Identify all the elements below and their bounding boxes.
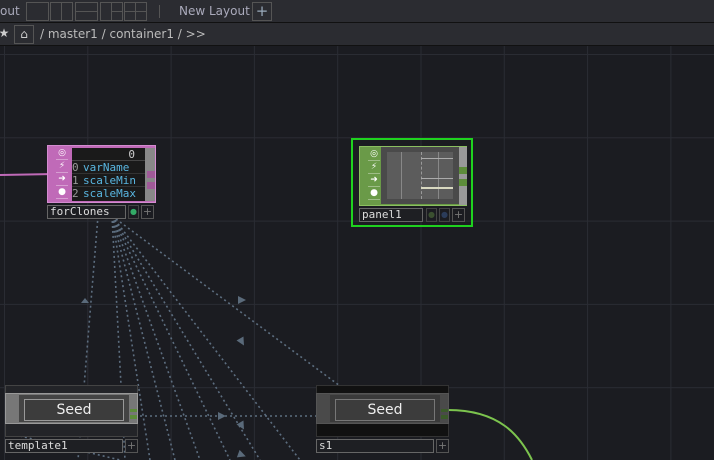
- layout-split-vertical-button[interactable]: [50, 2, 73, 21]
- node-name[interactable]: panel1: [359, 208, 423, 222]
- breadcrumb: ★ ⌂ / master1 / container1 / >>: [0, 23, 714, 46]
- node-flag-strip: ◎ ⚡ ➜ ●: [368, 148, 380, 200]
- node-name[interactable]: s1: [316, 439, 434, 453]
- table-row: 2 scaleMax: [72, 187, 136, 200]
- bypass-icon[interactable]: ⚡: [56, 160, 68, 173]
- network-editor[interactable]: ◎ ⚡ ➜ ● 0 0 varName 1 scaleMin 2 scaleMax forC…: [0, 46, 714, 460]
- green-wire: [447, 409, 533, 460]
- breadcrumb-path[interactable]: / master1 / container1 / >>: [40, 27, 206, 41]
- export-icon[interactable]: ➜: [368, 174, 380, 187]
- arrow: [236, 449, 246, 458]
- template1-node[interactable]: Seed template1 +: [5, 385, 138, 453]
- bypass-icon[interactable]: ⚡: [368, 161, 380, 174]
- arrow: [81, 298, 89, 303]
- add-button[interactable]: +: [436, 439, 449, 453]
- arrow: [218, 412, 226, 420]
- layout-three-pane-button[interactable]: [100, 2, 123, 21]
- arrow: [236, 336, 244, 346]
- table-row: 1 scaleMin: [72, 174, 145, 187]
- viewer-active-icon: ●: [439, 208, 450, 222]
- add-button[interactable]: +: [125, 439, 138, 453]
- clone-wire: [111, 215, 341, 387]
- s1-node[interactable]: Seed s1 +: [316, 385, 449, 453]
- export-icon[interactable]: ➜: [56, 173, 68, 186]
- node-name[interactable]: forClones: [47, 205, 126, 219]
- new-layout-label: New Layout: [179, 4, 250, 18]
- table-row: 0 varName: [72, 161, 145, 174]
- add-layout-button[interactable]: +: [252, 2, 272, 21]
- viewer-icon[interactable]: ◎: [368, 148, 380, 161]
- add-button[interactable]: +: [141, 205, 154, 219]
- cook-indicator-icon: ●: [128, 205, 139, 219]
- seed-button[interactable]: Seed: [24, 399, 124, 421]
- lock-icon[interactable]: ●: [56, 186, 68, 199]
- panel-viewer: [381, 147, 459, 204]
- cook-indicator-icon: ●: [426, 208, 437, 222]
- seed-button[interactable]: Seed: [335, 399, 435, 421]
- forclones-node[interactable]: ◎ ⚡ ➜ ● 0 0 varName 1 scaleMin 2 scaleMax forC…: [47, 145, 157, 221]
- add-button[interactable]: +: [452, 208, 465, 222]
- home-icon[interactable]: ⌂: [14, 25, 34, 44]
- node-name[interactable]: template1: [5, 439, 123, 453]
- divider: [159, 5, 160, 18]
- layout-split-horizontal-button[interactable]: [75, 2, 98, 21]
- lock-icon[interactable]: ●: [368, 187, 380, 200]
- table-viewer: 0 0 varName 1 scaleMin 2 scaleMax: [72, 148, 145, 201]
- star-icon[interactable]: ★: [0, 25, 14, 44]
- layout-single-button[interactable]: [26, 2, 49, 21]
- panel1-node[interactable]: ◎ ⚡ ➜ ● panel1 ● ● +: [351, 138, 473, 227]
- layout-label: out: [0, 4, 20, 18]
- top-toolbar: out New Layout +: [0, 0, 714, 23]
- node-flag-strip: ◎ ⚡ ➜ ●: [56, 147, 68, 199]
- layout-four-pane-button[interactable]: [124, 2, 147, 21]
- arrow: [238, 296, 246, 304]
- viewer-icon[interactable]: ◎: [56, 147, 68, 160]
- clone-wire: [111, 215, 301, 460]
- table-header-cell: 0: [72, 148, 145, 161]
